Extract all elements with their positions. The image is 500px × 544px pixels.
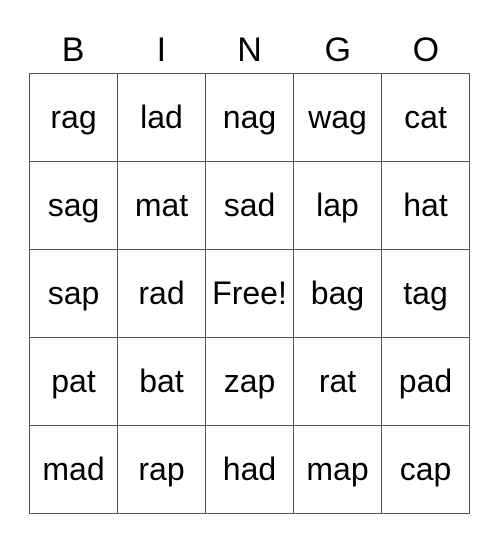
bingo-cell[interactable]: pad: [382, 338, 470, 426]
bingo-cell[interactable]: map: [294, 426, 382, 514]
bingo-cell[interactable]: rap: [118, 426, 206, 514]
header-letter-g: G: [324, 31, 351, 69]
bingo-cell[interactable]: mad: [30, 426, 118, 514]
bingo-cell[interactable]: rad: [118, 250, 206, 338]
bingo-cell[interactable]: rag: [30, 74, 118, 162]
bingo-cell[interactable]: bag: [294, 250, 382, 338]
header-letter-n: N: [237, 31, 262, 69]
bingo-cell[interactable]: sag: [30, 162, 118, 250]
header-letter-i: I: [156, 31, 167, 69]
bingo-cell[interactable]: wag: [294, 74, 382, 162]
bingo-cell[interactable]: sad: [206, 162, 294, 250]
bingo-cell[interactable]: had: [206, 426, 294, 514]
bingo-cell[interactable]: tag: [382, 250, 470, 338]
bingo-cell[interactable]: zap: [206, 338, 294, 426]
bingo-cell[interactable]: pat: [30, 338, 118, 426]
header-letter-b: B: [61, 31, 85, 69]
free-space-cell[interactable]: Free!: [206, 250, 294, 338]
bingo-cell[interactable]: rat: [294, 338, 382, 426]
bingo-header: B I N G O: [29, 28, 470, 73]
bingo-cell[interactable]: lad: [118, 74, 206, 162]
bingo-cell[interactable]: bat: [118, 338, 206, 426]
bingo-cell[interactable]: cat: [382, 74, 470, 162]
bingo-cell[interactable]: hat: [382, 162, 470, 250]
header-letter-o: O: [412, 31, 440, 69]
bingo-cell[interactable]: cap: [382, 426, 470, 514]
bingo-cell[interactable]: sap: [30, 250, 118, 338]
bingo-cell[interactable]: nag: [206, 74, 294, 162]
bingo-cell[interactable]: lap: [294, 162, 382, 250]
bingo-cell[interactable]: mat: [118, 162, 206, 250]
bingo-grid: rag lad nag wag cat sag mat sad lap hat …: [29, 73, 470, 514]
